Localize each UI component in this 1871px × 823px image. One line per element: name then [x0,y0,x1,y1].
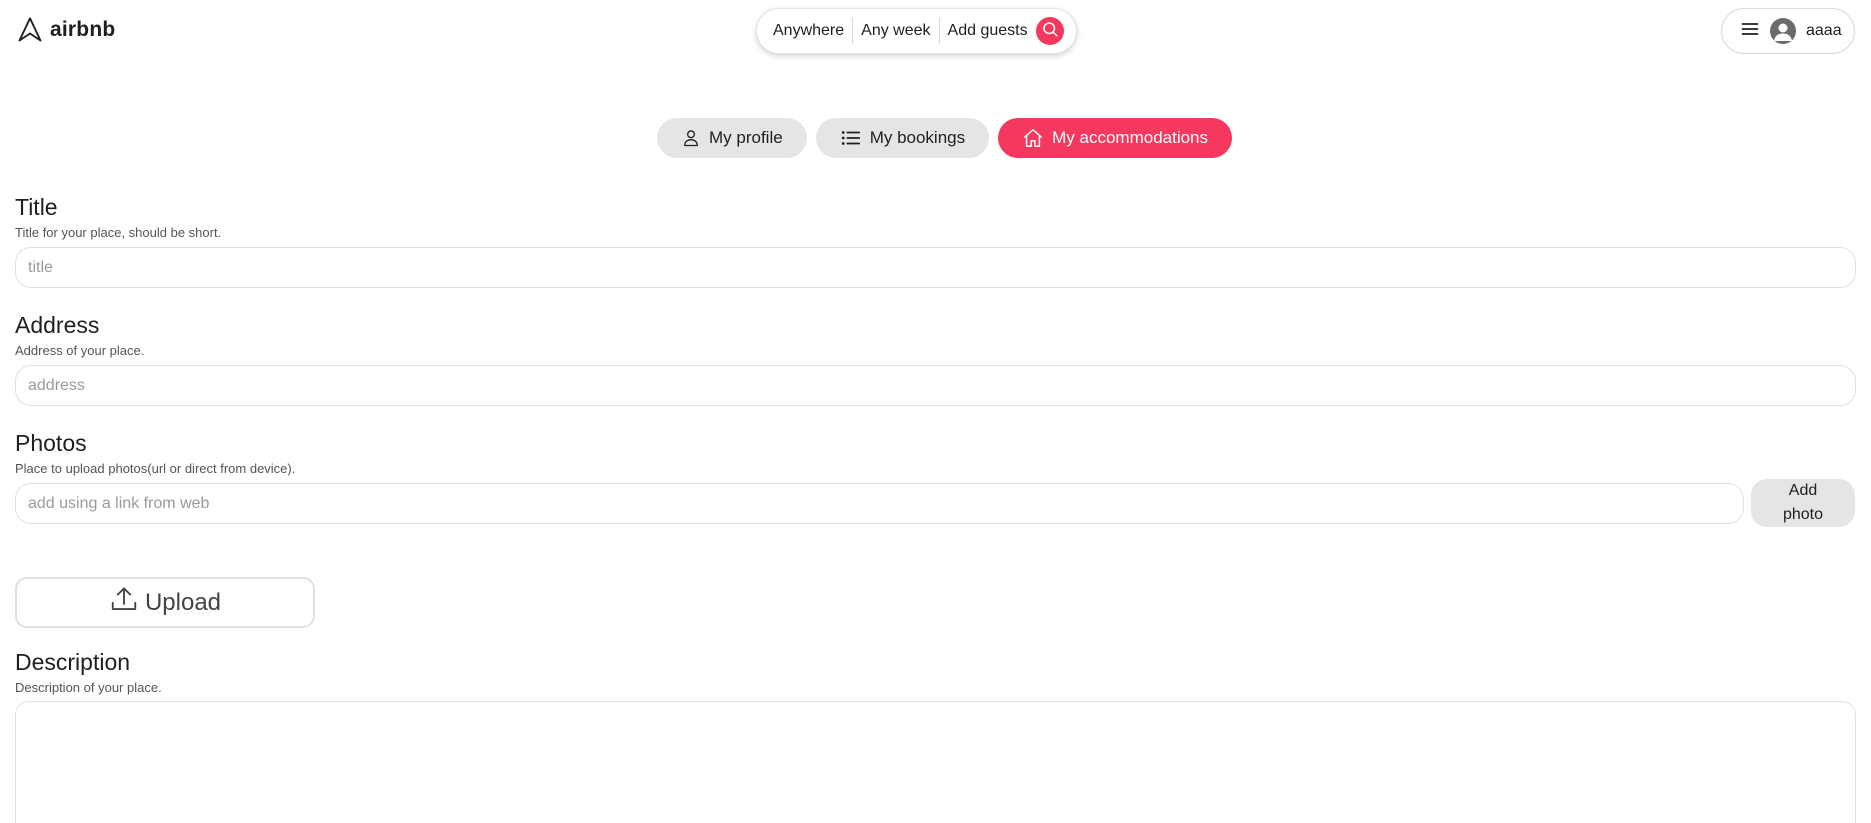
user-menu-button[interactable]: aaaa [1721,8,1855,54]
address-input[interactable] [15,365,1856,406]
tab-my-bookings[interactable]: My bookings [815,118,990,158]
user-avatar-icon [1774,23,1792,41]
home-icon [1022,127,1044,149]
photos-heading: Photos [15,430,87,456]
description-textarea[interactable] [15,701,1856,823]
brand-logo[interactable]: airbnb [16,16,115,44]
title-help-text: Title for your place, should be short. [15,225,222,240]
account-tabs: My profile My bookings My accommodations [657,118,1233,158]
upload-icon [109,584,139,621]
search-bar[interactable]: Anywhere Any week Add guests [756,8,1077,54]
avatar [1770,18,1796,44]
add-photo-label: Add photo [1782,482,1824,523]
page: airbnb Anywhere Any week Add guests aaaa… [0,0,1871,823]
tab-my-profile[interactable]: My profile [657,118,807,158]
search-add-guests[interactable]: Add guests [948,22,1028,40]
title-heading: Title [15,194,58,220]
tab-label: My bookings [869,128,966,147]
airbnb-logo-icon [16,16,44,44]
photos-help-text: Place to upload photos(url or direct fro… [15,461,296,476]
address-help-text: Address of your place. [15,343,145,358]
brand-name: airbnb [50,18,116,41]
add-photo-button[interactable]: Add photo [1751,479,1855,527]
address-heading: Address [15,312,100,338]
upload-label: Upload [144,588,222,616]
search-button[interactable] [1035,17,1064,45]
search-anywhere[interactable]: Anywhere [773,22,844,40]
description-help-text: Description of your place. [15,680,162,695]
tab-label: My accommodations [1052,128,1209,147]
tab-label: My profile [709,128,783,147]
tab-my-accommodations[interactable]: My accommodations [998,118,1233,158]
search-divider [852,18,854,44]
list-icon [840,127,862,149]
search-any-week[interactable]: Any week [861,22,930,40]
search-divider [938,18,940,44]
menu-icon [1740,19,1760,44]
upload-button[interactable]: Upload [15,577,315,628]
search-icon [1041,20,1059,43]
title-input[interactable] [15,247,1856,288]
user-name: aaaa [1806,22,1842,39]
photo-link-input[interactable] [15,483,1744,524]
description-heading: Description [15,649,131,675]
user-icon [681,127,701,149]
